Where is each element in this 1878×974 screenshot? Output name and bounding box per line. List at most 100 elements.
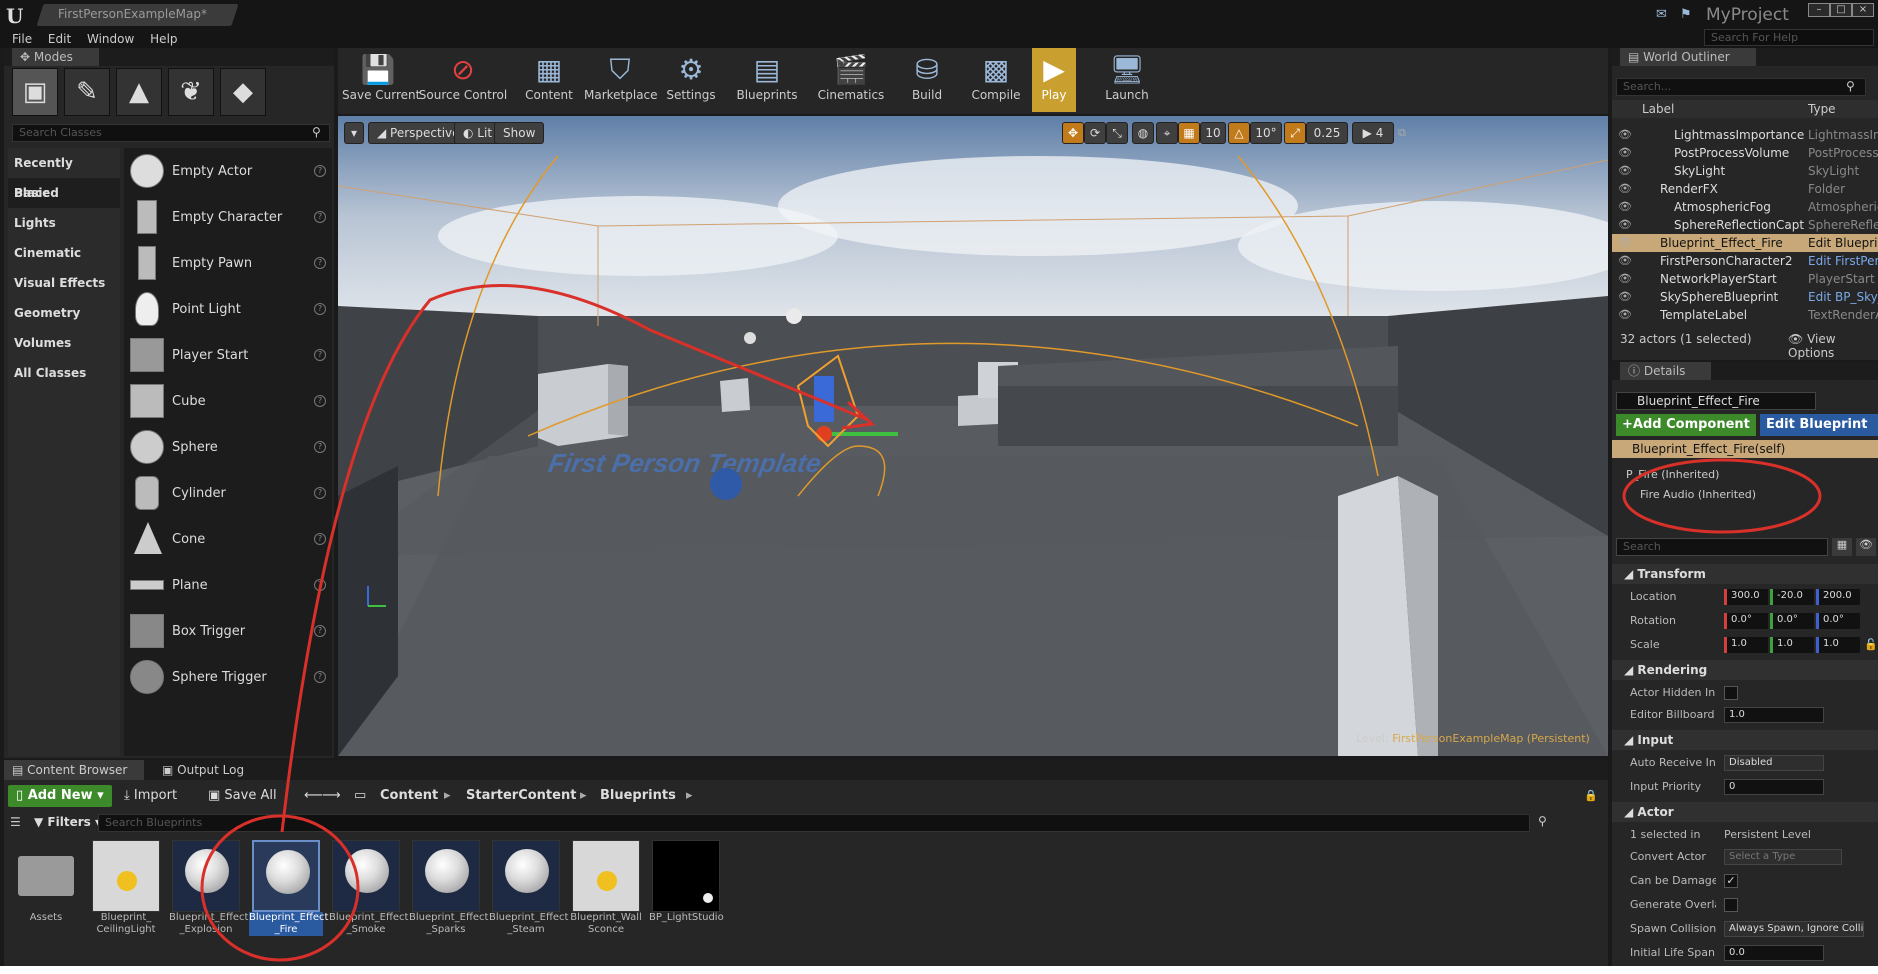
location-label[interactable]: Location	[1630, 586, 1716, 608]
settings-button[interactable]: ⚙ Settings	[662, 48, 720, 112]
section-rendering[interactable]: ◢ Rendering	[1612, 660, 1878, 680]
asset-tile[interactable]	[332, 840, 400, 912]
outliner-row[interactable]: 👁 NetworkPlayerStart PlayerStart	[1612, 270, 1878, 288]
scale-x[interactable]: 1.0	[1724, 637, 1768, 653]
class-item-plane[interactable]: Plane?	[128, 566, 334, 606]
outliner-row-type[interactable]: Edit Blueprint_Effect_Fire	[1808, 234, 1878, 252]
breadcrumb-content[interactable]: Content	[380, 785, 438, 807]
help-icon[interactable]: ?	[314, 533, 326, 545]
asset-tile[interactable]	[12, 840, 80, 912]
breadcrumb-starter-content[interactable]: StarterContent	[466, 785, 576, 807]
compile-button[interactable]: ▩ Compile	[968, 48, 1024, 112]
scale-y[interactable]: 1.0	[1770, 637, 1814, 653]
initial-life-field[interactable]: 0.0	[1724, 945, 1824, 961]
class-item-player-start[interactable]: Player Start?	[128, 336, 334, 376]
class-item-sphere[interactable]: Sphere?	[128, 428, 334, 468]
spawn-collision-dropdown[interactable]: Always Spawn, Ignore Colli	[1724, 921, 1864, 937]
scale-snap-icon[interactable]: ⤢	[1284, 122, 1306, 144]
surface-snap-icon[interactable]: ⌖	[1156, 122, 1178, 144]
asset-tile[interactable]	[492, 840, 560, 912]
eye-icon[interactable]: 👁	[1618, 306, 1632, 324]
help-icon[interactable]: ?	[314, 671, 326, 683]
maximize-viewport-icon[interactable]: ⧉	[1398, 126, 1406, 140]
outliner-row[interactable]: 👁 SkyLight SkyLight	[1612, 162, 1878, 180]
level-viewport[interactable]: First Person Template ▾ ◢ Perspective ◐ …	[338, 116, 1608, 756]
component-self[interactable]: Blueprint_Effect_Fire(self)	[1612, 440, 1878, 458]
eye-icon[interactable]: 👁	[1618, 234, 1632, 252]
outliner-row[interactable]: 👁 Blueprint_Effect_Fire Edit Blueprint_Eff…	[1612, 234, 1878, 252]
content-button[interactable]: ▦ Content	[522, 48, 576, 112]
gizmo-z-axis[interactable]	[814, 376, 834, 422]
category-visual-effects[interactable]: Visual Effects	[8, 268, 120, 298]
lock-icon[interactable]: 🔒	[1584, 785, 1598, 807]
details-search-input[interactable]: Search	[1616, 538, 1828, 556]
editor-billboard-field[interactable]: 1.0	[1724, 707, 1824, 723]
translate-icon[interactable]: ✥	[1062, 122, 1084, 144]
class-item-sphere-trigger[interactable]: Sphere Trigger?	[128, 658, 334, 698]
class-item-box-trigger[interactable]: Box Trigger?	[128, 612, 334, 652]
view-options-button[interactable]: 👁 View Options	[1788, 332, 1878, 360]
asset-label[interactable]: Blueprint_Effect _Sparks	[409, 912, 488, 936]
scale-icon[interactable]: ⤡	[1106, 122, 1128, 144]
help-icon[interactable]: ?	[314, 349, 326, 361]
eye-icon[interactable]: 👁	[1618, 144, 1632, 162]
rotation-snap-value[interactable]: 10°	[1250, 122, 1282, 144]
add-component-button[interactable]: +Add Component	[1616, 414, 1756, 436]
help-icon[interactable]: ?	[314, 441, 326, 453]
rotation-y[interactable]: 0.0°	[1770, 613, 1814, 629]
rotation-z[interactable]: 0.0°	[1816, 613, 1860, 629]
world-outliner-tab[interactable]: ▤ World Outliner	[1620, 48, 1756, 66]
save-current-button[interactable]: 💾 Save Current	[342, 48, 420, 112]
auto-receive-dropdown[interactable]: Disabled	[1724, 755, 1824, 771]
minimize-button[interactable]: –	[1808, 3, 1830, 17]
viewport-options-button[interactable]: ▾	[344, 122, 364, 144]
grid-snap-icon[interactable]: ▦	[1178, 122, 1200, 144]
help-icon[interactable]: ?	[314, 487, 326, 499]
menu-window[interactable]: Window	[87, 30, 134, 48]
asset-label[interactable]: Blueprint_Effect _Smoke	[329, 912, 408, 936]
column-type[interactable]: Type	[1808, 102, 1836, 116]
landscape-mode-icon[interactable]: ▲	[116, 68, 162, 116]
outliner-row[interactable]: 👁 LightmassImportanceVolume LightmassImpor…	[1612, 126, 1878, 144]
section-transform[interactable]: ◢ Transform	[1612, 564, 1878, 584]
component-fire-audio[interactable]: Fire Audio (Inherited)	[1640, 488, 1756, 501]
category-recently-placed[interactable]: Recently Placed	[8, 148, 120, 200]
class-item-cone[interactable]: Cone?	[128, 520, 334, 560]
help-icon[interactable]: ?	[314, 257, 326, 269]
asset-tile[interactable]	[572, 840, 640, 912]
level-tab-title[interactable]: FirstPersonExampleMap*	[58, 7, 207, 21]
marketplace-button[interactable]: ⛉ Marketplace	[584, 48, 658, 112]
asset-label[interactable]: Blueprint_Wall Sconce	[569, 912, 643, 936]
column-label[interactable]: Label	[1642, 102, 1674, 116]
feedback-icon[interactable]: ✉	[1656, 7, 1667, 22]
eye-icon[interactable]: 👁	[1618, 162, 1632, 180]
asset-tile[interactable]	[92, 840, 160, 912]
help-icon[interactable]: ?	[314, 625, 326, 637]
close-button[interactable]: ×	[1852, 3, 1874, 17]
outliner-row[interactable]: 👁 AtmosphericFog AtmosphericFog	[1612, 198, 1878, 216]
generate-overlap-checkbox[interactable]	[1724, 898, 1738, 912]
outliner-row[interactable]: 👁 RenderFX Folder	[1612, 180, 1878, 198]
maximize-button[interactable]: □	[1830, 3, 1852, 17]
help-search-input[interactable]: Search For Help	[1704, 29, 1874, 46]
outliner-row[interactable]: 👁 FirstPersonCharacter2 Edit FirstPersonCh…	[1612, 252, 1878, 270]
search-blueprints-input[interactable]: Search Blueprints	[98, 814, 1530, 832]
help-icon[interactable]: ?	[314, 303, 326, 315]
location-x[interactable]: 300.0	[1724, 589, 1768, 605]
breadcrumb-blueprints[interactable]: Blueprints	[600, 785, 676, 807]
class-item-point-light[interactable]: Point Light?	[128, 290, 334, 330]
help-icon[interactable]: ?	[314, 395, 326, 407]
menu-help[interactable]: Help	[150, 30, 177, 48]
asset-label[interactable]: BP_LightStudio	[649, 912, 724, 924]
blueprints-button[interactable]: ▤ Blueprints	[734, 48, 800, 112]
edit-blueprint-button[interactable]: Edit Blueprint	[1760, 414, 1878, 436]
section-input[interactable]: ◢ Input	[1612, 730, 1878, 750]
cinematics-button[interactable]: 🎬 Cinematics	[814, 48, 888, 112]
asset-label[interactable]: Blueprint_Effect _Steam	[489, 912, 568, 936]
help-icon[interactable]: ?	[314, 211, 326, 223]
eye-icon[interactable]: 👁	[1618, 216, 1632, 234]
eye-icon[interactable]: 👁	[1618, 198, 1632, 216]
camera-speed-button[interactable]: ▶ 4	[1352, 122, 1394, 144]
source-control-button[interactable]: ⊘ Source Control	[418, 48, 508, 112]
scale-snap-value[interactable]: 0.25	[1306, 122, 1348, 144]
